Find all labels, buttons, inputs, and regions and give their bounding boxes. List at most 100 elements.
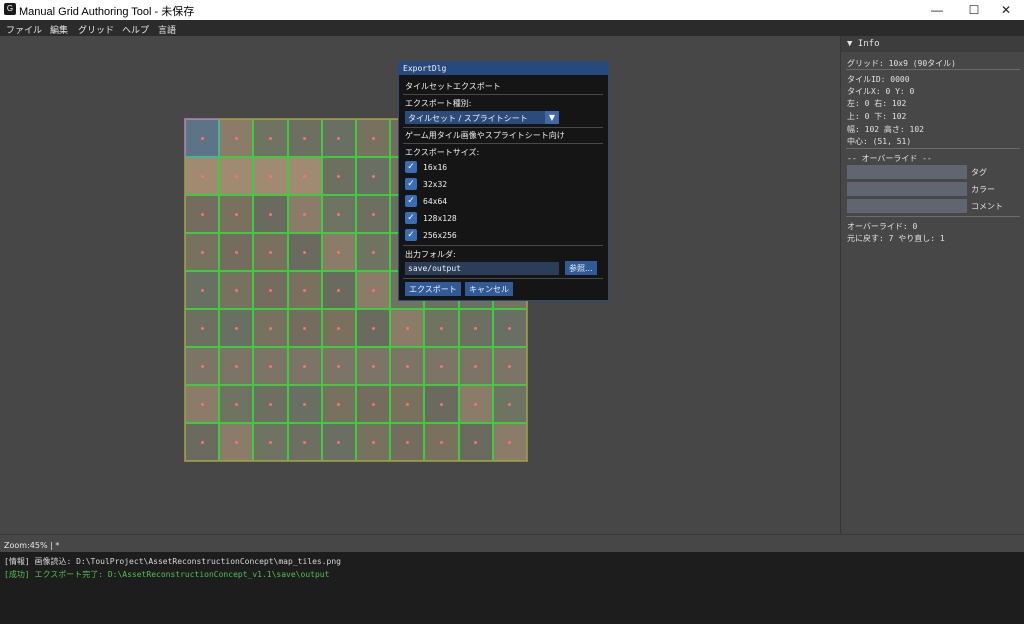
grid-tile[interactable]	[390, 385, 425, 423]
output-folder-input[interactable]: save/output	[405, 262, 559, 275]
grid-tile[interactable]	[185, 233, 220, 271]
grid-tile[interactable]	[321, 347, 356, 385]
checkbox-32[interactable]: ✓	[405, 178, 417, 190]
grid-tile[interactable]	[321, 157, 356, 195]
menu-file[interactable]: ファイル	[6, 23, 42, 36]
grid-tile[interactable]	[287, 157, 322, 195]
grid-tile[interactable]	[321, 309, 356, 347]
dialog-title[interactable]: ExportDlg	[399, 62, 608, 75]
grid-tile[interactable]	[185, 385, 220, 423]
close-icon[interactable]: ✕	[985, 0, 1024, 20]
tag-input[interactable]	[847, 165, 967, 179]
grid-tile[interactable]	[321, 233, 356, 271]
grid-tile[interactable]	[321, 423, 356, 461]
browse-button[interactable]: 参照...	[565, 261, 597, 275]
grid-tile[interactable]	[185, 271, 220, 309]
grid-tile[interactable]	[321, 385, 356, 423]
grid-tile[interactable]	[219, 157, 254, 195]
divider	[846, 69, 1020, 70]
grid-tile[interactable]	[424, 423, 459, 461]
grid-tile[interactable]	[219, 195, 254, 233]
grid-tile[interactable]	[321, 119, 356, 157]
grid-tile[interactable]	[287, 119, 322, 157]
grid-tile[interactable]	[390, 347, 425, 385]
status-bar: Zoom:45% | *	[0, 534, 1024, 552]
grid-tile[interactable]	[287, 271, 322, 309]
grid-tile[interactable]	[287, 309, 322, 347]
grid-tile[interactable]	[253, 119, 288, 157]
grid-tile[interactable]	[253, 271, 288, 309]
grid-tile[interactable]	[356, 385, 391, 423]
tile-center-marker	[337, 364, 341, 368]
tile-center-marker	[371, 212, 375, 216]
grid-tile[interactable]	[219, 309, 254, 347]
menu-help[interactable]: ヘルプ	[122, 23, 149, 36]
grid-tile[interactable]	[321, 195, 356, 233]
grid-tile[interactable]	[356, 195, 391, 233]
grid-tile[interactable]	[356, 157, 391, 195]
grid-tile[interactable]	[287, 423, 322, 461]
grid-tile[interactable]	[253, 157, 288, 195]
checkbox-64[interactable]: ✓	[405, 195, 417, 207]
grid-tile[interactable]	[356, 309, 391, 347]
grid-tile[interactable]	[356, 423, 391, 461]
grid-tile[interactable]	[356, 347, 391, 385]
grid-tile[interactable]	[185, 119, 220, 157]
grid-tile[interactable]	[356, 119, 391, 157]
grid-tile[interactable]	[390, 423, 425, 461]
grid-tile[interactable]	[253, 233, 288, 271]
grid-tile[interactable]	[185, 309, 220, 347]
grid-tile[interactable]	[219, 347, 254, 385]
grid-tile[interactable]	[219, 119, 254, 157]
tile-top-bottom: 上: 0 下: 102	[847, 112, 907, 121]
grid-tile[interactable]	[185, 157, 220, 195]
grid-tile[interactable]	[253, 195, 288, 233]
checkbox-16[interactable]: ✓	[405, 161, 417, 173]
grid-tile[interactable]	[253, 347, 288, 385]
grid-tile[interactable]	[185, 195, 220, 233]
grid-tile[interactable]	[492, 385, 527, 423]
color-input[interactable]	[847, 182, 967, 196]
grid-tile[interactable]	[492, 423, 527, 461]
minimize-icon[interactable]: —	[916, 0, 958, 20]
checkbox-128[interactable]: ✓	[405, 212, 417, 224]
menu-grid[interactable]: グリッド	[78, 23, 114, 36]
grid-tile[interactable]	[185, 423, 220, 461]
grid-tile[interactable]	[219, 385, 254, 423]
grid-tile[interactable]	[287, 195, 322, 233]
grid-tile[interactable]	[287, 233, 322, 271]
grid-tile[interactable]	[458, 347, 493, 385]
grid-tile[interactable]	[424, 309, 459, 347]
tile-center-marker	[405, 364, 409, 368]
grid-tile[interactable]	[390, 309, 425, 347]
grid-tile[interactable]	[253, 385, 288, 423]
grid-tile[interactable]	[492, 309, 527, 347]
grid-tile[interactable]	[458, 385, 493, 423]
grid-tile[interactable]	[321, 271, 356, 309]
grid-tile[interactable]	[219, 271, 254, 309]
grid-tile[interactable]	[458, 309, 493, 347]
export-type-select[interactable]: タイルセット / スプライトシート	[405, 111, 559, 124]
checkbox-256[interactable]: ✓	[405, 229, 417, 241]
menu-language[interactable]: 言語	[158, 23, 176, 36]
export-button[interactable]: エクスポート	[405, 282, 461, 296]
grid-tile[interactable]	[356, 271, 391, 309]
grid-tile[interactable]	[253, 423, 288, 461]
menu-edit[interactable]: 編集	[50, 23, 68, 36]
grid-tile[interactable]	[492, 347, 527, 385]
grid-tile[interactable]	[219, 423, 254, 461]
comment-input[interactable]	[847, 199, 967, 213]
grid-tile[interactable]	[424, 347, 459, 385]
grid-tile[interactable]	[185, 347, 220, 385]
tile-center-marker	[234, 440, 238, 444]
grid-tile[interactable]	[356, 233, 391, 271]
info-panel-header[interactable]: ▼ Info	[841, 36, 1024, 52]
grid-tile[interactable]	[287, 385, 322, 423]
chevron-down-icon[interactable]: ▼	[545, 111, 559, 124]
grid-tile[interactable]	[253, 309, 288, 347]
cancel-button[interactable]: キャンセル	[465, 282, 513, 296]
grid-tile[interactable]	[287, 347, 322, 385]
grid-tile[interactable]	[458, 423, 493, 461]
grid-tile[interactable]	[424, 385, 459, 423]
grid-tile[interactable]	[219, 233, 254, 271]
